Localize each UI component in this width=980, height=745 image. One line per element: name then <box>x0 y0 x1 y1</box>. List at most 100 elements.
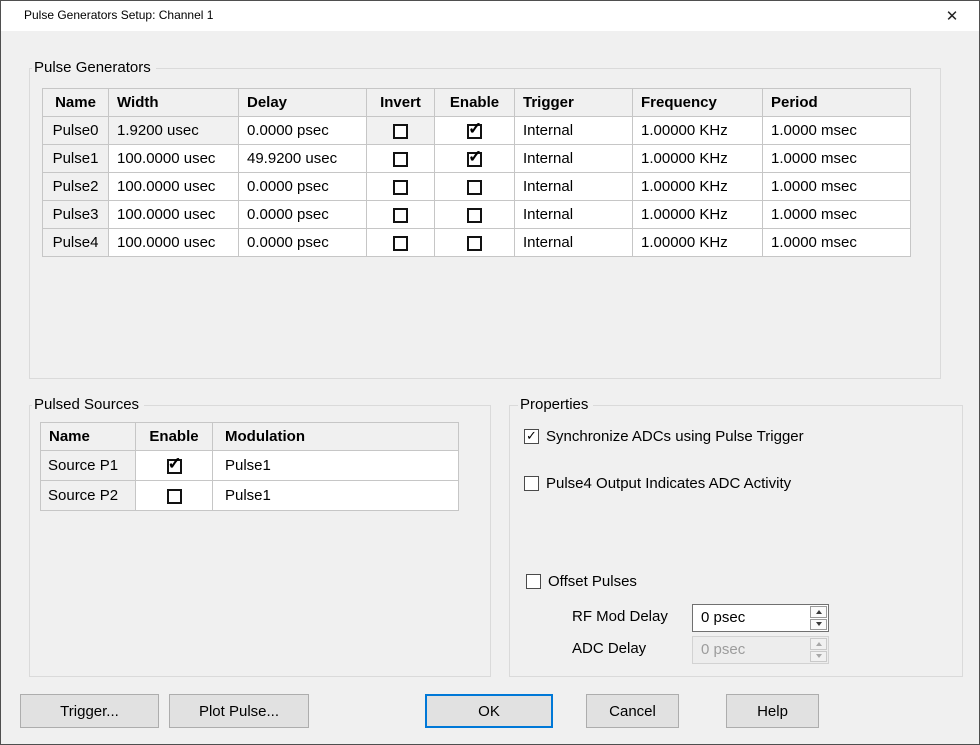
modulation-cell[interactable]: Pulse1 <box>213 451 459 481</box>
col-header-trigger: Trigger <box>515 89 633 117</box>
invert-checkbox[interactable] <box>393 152 408 167</box>
pulse4-output-checkbox[interactable] <box>524 476 539 491</box>
table-header-row: Name Width Delay Invert Enable Trigger F… <box>43 89 911 117</box>
col-header-enable: Enable <box>136 423 213 451</box>
sync-adcs-label: Synchronize ADCs using Pulse Trigger <box>546 428 804 445</box>
invert-checkbox[interactable] <box>393 236 408 251</box>
invert-cell <box>367 117 435 145</box>
trigger-cell[interactable]: Internal <box>515 201 633 229</box>
delay-cell[interactable]: 0.0000 psec <box>239 229 367 257</box>
adc-delay-label: ADC Delay <box>572 640 646 657</box>
width-cell[interactable]: 100.0000 usec <box>109 145 239 173</box>
delay-cell[interactable]: 0.0000 psec <box>239 201 367 229</box>
rf-mod-delay-value[interactable]: 0 psec <box>693 605 809 631</box>
period-cell[interactable]: 1.0000 msec <box>763 173 911 201</box>
spinner-down-button <box>810 651 827 663</box>
spinner-up-button <box>810 638 827 650</box>
sync-adcs-checkbox[interactable] <box>524 429 539 444</box>
trigger-button[interactable]: Trigger... <box>20 694 159 728</box>
name-cell: Pulse4 <box>43 229 109 257</box>
col-header-frequency: Frequency <box>633 89 763 117</box>
plot-pulse-button[interactable]: Plot Pulse... <box>169 694 309 728</box>
period-cell[interactable]: 1.0000 msec <box>763 117 911 145</box>
enable-cell <box>435 201 515 229</box>
window-title: Pulse Generators Setup: Channel 1 <box>24 8 213 22</box>
table-row-pulse2: Pulse2 100.0000 usec 0.0000 psec Interna… <box>43 173 911 201</box>
width-cell[interactable]: 1.9200 usec <box>109 117 239 145</box>
trigger-cell[interactable]: Internal <box>515 117 633 145</box>
period-cell[interactable]: 1.0000 msec <box>763 201 911 229</box>
frequency-cell[interactable]: 1.00000 KHz <box>633 201 763 229</box>
ok-button[interactable]: OK <box>425 694 553 728</box>
period-cell[interactable]: 1.0000 msec <box>763 145 911 173</box>
enable-checkbox[interactable] <box>467 236 482 251</box>
frequency-cell[interactable]: 1.00000 KHz <box>633 145 763 173</box>
name-cell: Source P2 <box>41 481 136 511</box>
offset-pulses-row: Offset Pulses <box>526 573 637 590</box>
enable-checkbox[interactable] <box>467 124 482 139</box>
enable-cell <box>435 117 515 145</box>
name-cell: Pulse1 <box>43 145 109 173</box>
delay-cell[interactable]: 0.0000 psec <box>239 173 367 201</box>
modulation-cell[interactable]: Pulse1 <box>213 481 459 511</box>
enable-checkbox[interactable] <box>467 180 482 195</box>
offset-pulses-checkbox[interactable] <box>526 574 541 589</box>
col-header-delay: Delay <box>239 89 367 117</box>
enable-cell <box>435 173 515 201</box>
enable-checkbox[interactable] <box>467 208 482 223</box>
spinner-down-button[interactable] <box>810 619 827 631</box>
spinner-up-icon <box>816 610 822 614</box>
name-cell: Pulse0 <box>43 117 109 145</box>
name-cell: Pulse3 <box>43 201 109 229</box>
table-row-pulse4: Pulse4 100.0000 usec 0.0000 psec Interna… <box>43 229 911 257</box>
frequency-cell[interactable]: 1.00000 KHz <box>633 173 763 201</box>
help-button[interactable]: Help <box>726 694 819 728</box>
spinner-buttons <box>809 605 828 631</box>
rf-mod-delay-spinner[interactable]: 0 psec <box>692 604 829 632</box>
col-header-name: Name <box>41 423 136 451</box>
pulsed-sources-label: Pulsed Sources <box>32 396 144 413</box>
offset-pulses-label: Offset Pulses <box>548 573 637 590</box>
pulse-generators-label: Pulse Generators <box>32 59 156 76</box>
pulse-generators-group: Pulse Generators Name Width Delay Invert… <box>29 68 941 379</box>
width-cell[interactable]: 100.0000 usec <box>109 229 239 257</box>
invert-checkbox[interactable] <box>393 124 408 139</box>
col-header-invert: Invert <box>367 89 435 117</box>
enable-cell <box>435 145 515 173</box>
width-cell[interactable]: 100.0000 usec <box>109 173 239 201</box>
invert-checkbox[interactable] <box>393 208 408 223</box>
invert-cell <box>367 229 435 257</box>
spinner-up-button[interactable] <box>810 606 827 618</box>
enable-checkbox[interactable] <box>167 459 182 474</box>
enable-cell <box>136 451 213 481</box>
delay-cell[interactable]: 49.9200 usec <box>239 145 367 173</box>
delay-cell[interactable]: 0.0000 psec <box>239 117 367 145</box>
trigger-cell[interactable]: Internal <box>515 173 633 201</box>
col-header-modulation: Modulation <box>213 423 459 451</box>
close-icon[interactable]: ✕ <box>931 1 973 31</box>
spinner-down-icon <box>816 654 822 658</box>
table-row-source-p1: Source P1 Pulse1 <box>41 451 459 481</box>
table-row-pulse1: Pulse1 100.0000 usec 49.9200 usec Intern… <box>43 145 911 173</box>
rf-mod-delay-label: RF Mod Delay <box>572 608 668 625</box>
invert-cell <box>367 173 435 201</box>
spinner-down-icon <box>816 622 822 626</box>
col-header-name: Name <box>43 89 109 117</box>
frequency-cell[interactable]: 1.00000 KHz <box>633 229 763 257</box>
name-cell: Pulse2 <box>43 173 109 201</box>
table-header-row: Name Enable Modulation <box>41 423 459 451</box>
adc-delay-value: 0 psec <box>693 637 809 663</box>
width-cell[interactable]: 100.0000 usec <box>109 201 239 229</box>
invert-checkbox[interactable] <box>393 180 408 195</box>
trigger-cell[interactable]: Internal <box>515 229 633 257</box>
pulse-generators-setup-dialog: Pulse Generators Setup: Channel 1 ✕ Puls… <box>0 0 980 745</box>
table-row-source-p2: Source P2 Pulse1 <box>41 481 459 511</box>
pulse4-output-label: Pulse4 Output Indicates ADC Activity <box>546 475 791 492</box>
frequency-cell[interactable]: 1.00000 KHz <box>633 117 763 145</box>
enable-checkbox[interactable] <box>467 152 482 167</box>
col-header-period: Period <box>763 89 911 117</box>
enable-checkbox[interactable] <box>167 489 182 504</box>
cancel-button[interactable]: Cancel <box>586 694 679 728</box>
trigger-cell[interactable]: Internal <box>515 145 633 173</box>
period-cell[interactable]: 1.0000 msec <box>763 229 911 257</box>
